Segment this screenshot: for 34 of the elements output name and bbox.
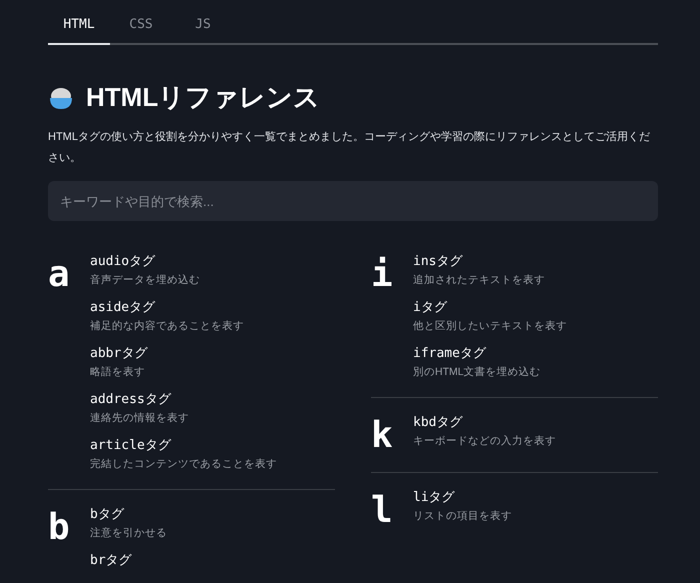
tab[interactable]: HTML — [48, 7, 110, 45]
tag-description: 注意を引かせる — [90, 526, 167, 541]
tag-description: 補足的な内容であることを表す — [90, 319, 245, 334]
tag-link[interactable]: asideタグ — [90, 299, 277, 317]
section-letter: k — [371, 416, 394, 456]
section-letter: a — [48, 255, 71, 297]
page-title: HTMLリファレンス — [86, 81, 320, 114]
page-description: HTMLタグの使い方と役割を分かりやすく一覧でまとめました。コーディングや学習の際にリファレンスとしてご活用ください。 — [48, 130, 651, 166]
tab[interactable]: JS — [172, 7, 234, 45]
tag-link[interactable]: liタグ — [413, 489, 512, 507]
tag-link[interactable]: addressタグ — [90, 391, 277, 409]
tag-description: 略語を表す — [90, 365, 146, 380]
tag-link[interactable]: iタグ — [413, 299, 567, 317]
tag-link[interactable]: abbrタグ — [90, 345, 277, 363]
tag-description: 追加されたテキストを表す — [413, 273, 546, 288]
tag-link[interactable]: kbdタグ — [413, 414, 556, 432]
tag-description: 完結したコンテンツであることを表す — [90, 457, 277, 472]
tag-description: 別のHTML文書を埋め込む — [413, 365, 542, 380]
search-field[interactable]: キーワードや目的で検索... — [48, 181, 658, 221]
tag-description: 音声データを埋め込む — [90, 273, 201, 288]
tag-link[interactable]: iframeタグ — [413, 345, 567, 363]
tag-link[interactable]: bタグ — [90, 506, 167, 524]
section-letter: b — [48, 508, 71, 550]
section-letter: i — [371, 255, 394, 297]
section-letter: l — [371, 491, 394, 531]
tag-description: 他と区別したいテキストを表す — [413, 319, 567, 334]
tag-link[interactable]: audioタグ — [90, 253, 277, 271]
tag-link[interactable]: insタグ — [413, 253, 567, 271]
tab[interactable]: CSS — [110, 7, 172, 45]
tag-description: 連絡先の情報を表す — [90, 411, 190, 426]
tag-description: キーボードなどの入力を表す — [413, 434, 556, 449]
tag-description: リストの項目を表す — [413, 509, 512, 524]
tag-link[interactable]: brタグ — [90, 552, 167, 570]
tag-link[interactable]: articleタグ — [90, 437, 277, 455]
